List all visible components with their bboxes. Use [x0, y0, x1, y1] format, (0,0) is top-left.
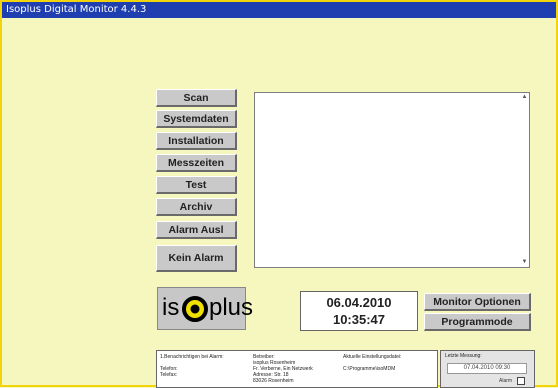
- settings-file-column: Aktuelle Einstellungsdatei: C:\Programme…: [343, 354, 401, 372]
- notify-column: 1.Benachrichtigen bei Alarm: Telefon: Te…: [160, 354, 224, 378]
- last-measure-box: Letzte Messung: 07.04.2010 09:30 Alarm: [440, 350, 535, 388]
- datetime-display: 06.04.2010 10:35:47: [300, 291, 418, 331]
- alarm-ausl-button[interactable]: Alarm Ausl: [156, 221, 237, 239]
- systemdaten-button[interactable]: Systemdaten: [156, 110, 237, 128]
- last-measure-label: Letzte Messung:: [445, 353, 482, 359]
- message-display[interactable]: ▲ ▼: [254, 92, 530, 268]
- scroll-up-arrow-icon[interactable]: ▲: [521, 94, 528, 101]
- current-time: 10:35:47: [332, 312, 386, 327]
- operator-column: Betreiber: isoplus Rosenheim Fr. Verbern…: [253, 354, 313, 384]
- installation-button[interactable]: Installation: [156, 132, 237, 150]
- isoplus-logo: is plus: [157, 287, 253, 330]
- logo-ring-icon: [182, 296, 208, 322]
- info-line: 1.Benachrichtigen bei Alarm:: [160, 354, 224, 360]
- title-bar: Isoplus Digital Monitor 4.4.3: [2, 2, 556, 18]
- app-window: Isoplus Digital Monitor 4.4.3 Scan Syste…: [0, 0, 558, 388]
- programmode-button[interactable]: Programmode: [424, 313, 531, 331]
- scan-button[interactable]: Scan: [156, 89, 237, 107]
- info-line: Aktuelle Einstellungsdatei:: [343, 354, 402, 360]
- messzeiten-button[interactable]: Messzeiten: [156, 154, 237, 172]
- window-title: Isoplus Digital Monitor 4.4.3: [6, 4, 147, 15]
- archiv-button[interactable]: Archiv: [156, 198, 237, 216]
- alarm-indicator-icon: [517, 377, 525, 385]
- alarm-label: Alarm: [499, 378, 513, 384]
- logo-text-left: is: [162, 294, 180, 321]
- info-line: C:\Programme\isoMDM: [343, 366, 396, 372]
- monitor-optionen-button[interactable]: Monitor Optionen: [424, 293, 531, 311]
- kein-alarm-button[interactable]: Kein Alarm: [156, 245, 237, 272]
- last-measure-value: 07.04.2010 09:30: [447, 363, 527, 374]
- scroll-down-arrow-icon[interactable]: ▼: [521, 259, 528, 266]
- test-button[interactable]: Test: [156, 176, 237, 194]
- current-date: 06.04.2010: [326, 295, 392, 310]
- info-line: Telefax:: [160, 372, 178, 378]
- info-panel: 1.Benachrichtigen bei Alarm: Telefon: Te…: [156, 350, 438, 388]
- logo-text-right: plus: [209, 294, 254, 321]
- info-line: 83026 Rosenheim: [253, 378, 294, 384]
